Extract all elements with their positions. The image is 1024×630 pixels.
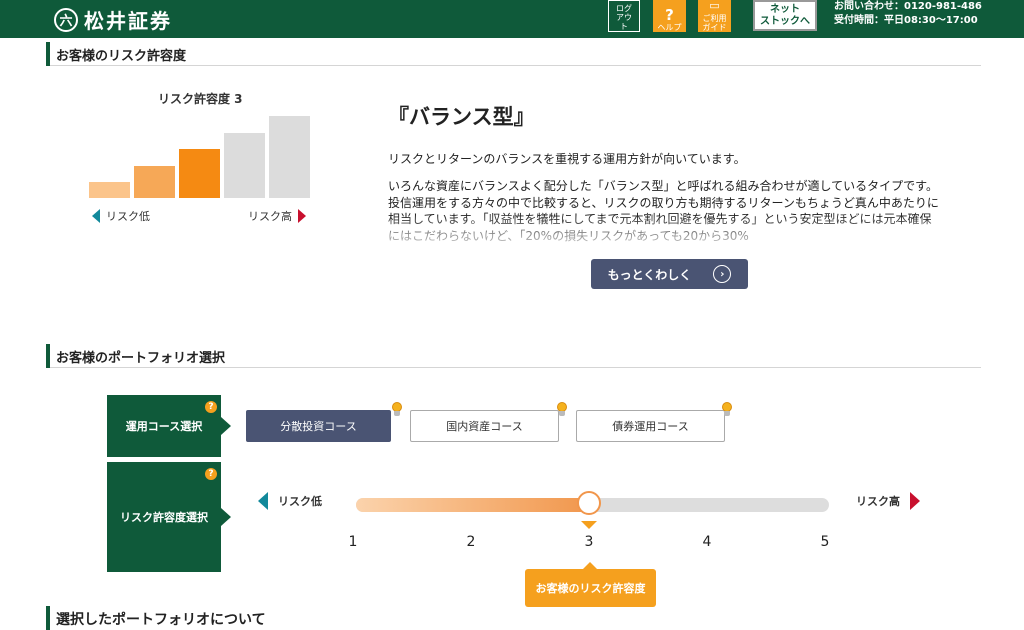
section-title: 選択したポートフォリオについて: [56, 609, 266, 629]
course-select-label: 運用コース選択: [126, 418, 202, 434]
pointer-arrow-icon: [221, 417, 231, 435]
slider-tick-1[interactable]: 1: [343, 534, 363, 550]
risk-select-label-box: リスク許容度選択 ?: [107, 462, 221, 572]
course-label: 国内資産コース: [446, 418, 522, 434]
net-stock-button[interactable]: ネット ストックへ: [753, 0, 817, 31]
slider-low-text: リスク低: [278, 493, 322, 509]
heading-accent-bar: [46, 606, 50, 630]
help-question-icon[interactable]: ?: [205, 468, 217, 480]
course-button-bond[interactable]: 債券運用コース: [576, 410, 725, 442]
section-heading-risk: お客様のリスク許容度: [46, 42, 981, 66]
lightbulb-icon[interactable]: [720, 401, 734, 419]
my-risk-label: お客様のリスク許容度: [536, 580, 646, 596]
risk-high-text: リスク高: [248, 208, 292, 224]
slider-tick-2[interactable]: 2: [461, 534, 481, 550]
arrow-left-icon: [258, 492, 268, 510]
course-button-domestic[interactable]: 国内資産コース: [410, 410, 559, 442]
risk-select-label: リスク許容度選択: [120, 509, 208, 525]
logo-mark-icon: 六: [54, 8, 78, 32]
pointer-arrow-icon: [221, 508, 231, 526]
contact-phone: お問い合わせ：0120-981-486: [834, 0, 982, 14]
risk-bar-level-4: [224, 133, 265, 199]
slider-tick-4[interactable]: 4: [697, 534, 717, 550]
guide-button[interactable]: ▭ ご利用ガイド: [698, 0, 731, 32]
slider-risk-high: リスク高: [856, 492, 920, 510]
risk-type-summary: リスクとリターンのバランスを重視する運用方針が向いています。: [388, 150, 746, 167]
help-button[interactable]: ? ヘルプ: [653, 0, 686, 32]
course-select-label-box: 運用コース選択 ?: [107, 395, 221, 457]
contact-info: お問い合わせ：0120-981-486 受付時間：平日08:30〜17:00: [834, 0, 982, 28]
risk-slider-fill: [356, 498, 593, 512]
risk-bar-level-1: [89, 182, 130, 198]
logout-label: ログアウト: [613, 4, 635, 31]
slider-tick-5[interactable]: 5: [815, 534, 835, 550]
more-details-button[interactable]: もっとくわしく ›: [591, 259, 748, 289]
help-question-icon[interactable]: ?: [205, 401, 217, 413]
net-stock-line1: ネット: [770, 4, 800, 16]
more-details-label: もっとくわしく: [608, 266, 692, 283]
lightbulb-icon[interactable]: [555, 401, 569, 419]
slider-tick-3[interactable]: 3: [579, 534, 599, 550]
risk-bar-level-2: [134, 166, 175, 199]
question-icon: ?: [665, 7, 674, 23]
risk-chart-title: リスク許容度 3: [158, 90, 243, 107]
risk-bar-level-5: [269, 116, 310, 198]
section-heading-selected-portfolio: 選択したポートフォリオについて: [46, 606, 981, 630]
handle-pointer-icon: [581, 521, 597, 529]
risk-type-description: いろんな資産にバランスよく配分した「バランス型」と呼ばれる組み合わせが適している…: [388, 178, 943, 246]
arrow-right-icon: [910, 492, 920, 510]
logo-text: 松井証券: [84, 5, 172, 34]
slider-high-text: リスク高: [856, 493, 900, 509]
matsui-logo[interactable]: 六 松井証券: [54, 5, 172, 34]
logout-button[interactable]: ➞ ログアウト: [608, 0, 640, 32]
risk-bar-level-3: [179, 149, 220, 198]
course-label: 分散投資コース: [280, 418, 356, 434]
global-header: 六 松井証券 ➞ ログアウト ? ヘルプ ▭ ご利用ガイド ネット ストックへ …: [0, 0, 1024, 38]
arrow-right-icon: [298, 209, 306, 223]
risk-type-title: 『バランス型』: [388, 101, 535, 131]
help-label: ヘルプ: [658, 23, 682, 32]
course-button-diversified[interactable]: 分散投資コース: [246, 410, 391, 442]
guide-label: ご利用ガイド: [702, 14, 728, 32]
section-title: お客様のポートフォリオ選択: [56, 347, 225, 366]
section-heading-portfolio: お客様のポートフォリオ選択: [46, 344, 981, 368]
risk-high-label: リスク高: [248, 208, 306, 224]
contact-hours: 受付時間：平日08:30〜17:00: [834, 14, 982, 28]
section-title: お客様のリスク許容度: [56, 45, 186, 64]
book-icon: ▭: [709, 0, 719, 14]
slider-risk-low: リスク低: [258, 492, 322, 510]
chevron-right-icon: ›: [713, 265, 731, 283]
net-stock-line2: ストックへ: [760, 16, 810, 28]
lightbulb-icon[interactable]: [390, 401, 404, 419]
my-risk-tolerance-marker: お客様のリスク許容度: [525, 569, 656, 607]
heading-accent-bar: [46, 42, 50, 66]
risk-low-text: リスク低: [106, 208, 150, 224]
course-label: 債券運用コース: [612, 418, 688, 434]
heading-accent-bar: [46, 344, 50, 368]
arrow-left-icon: [92, 209, 100, 223]
risk-slider-handle[interactable]: [577, 491, 601, 515]
risk-low-label: リスク低: [92, 208, 150, 224]
